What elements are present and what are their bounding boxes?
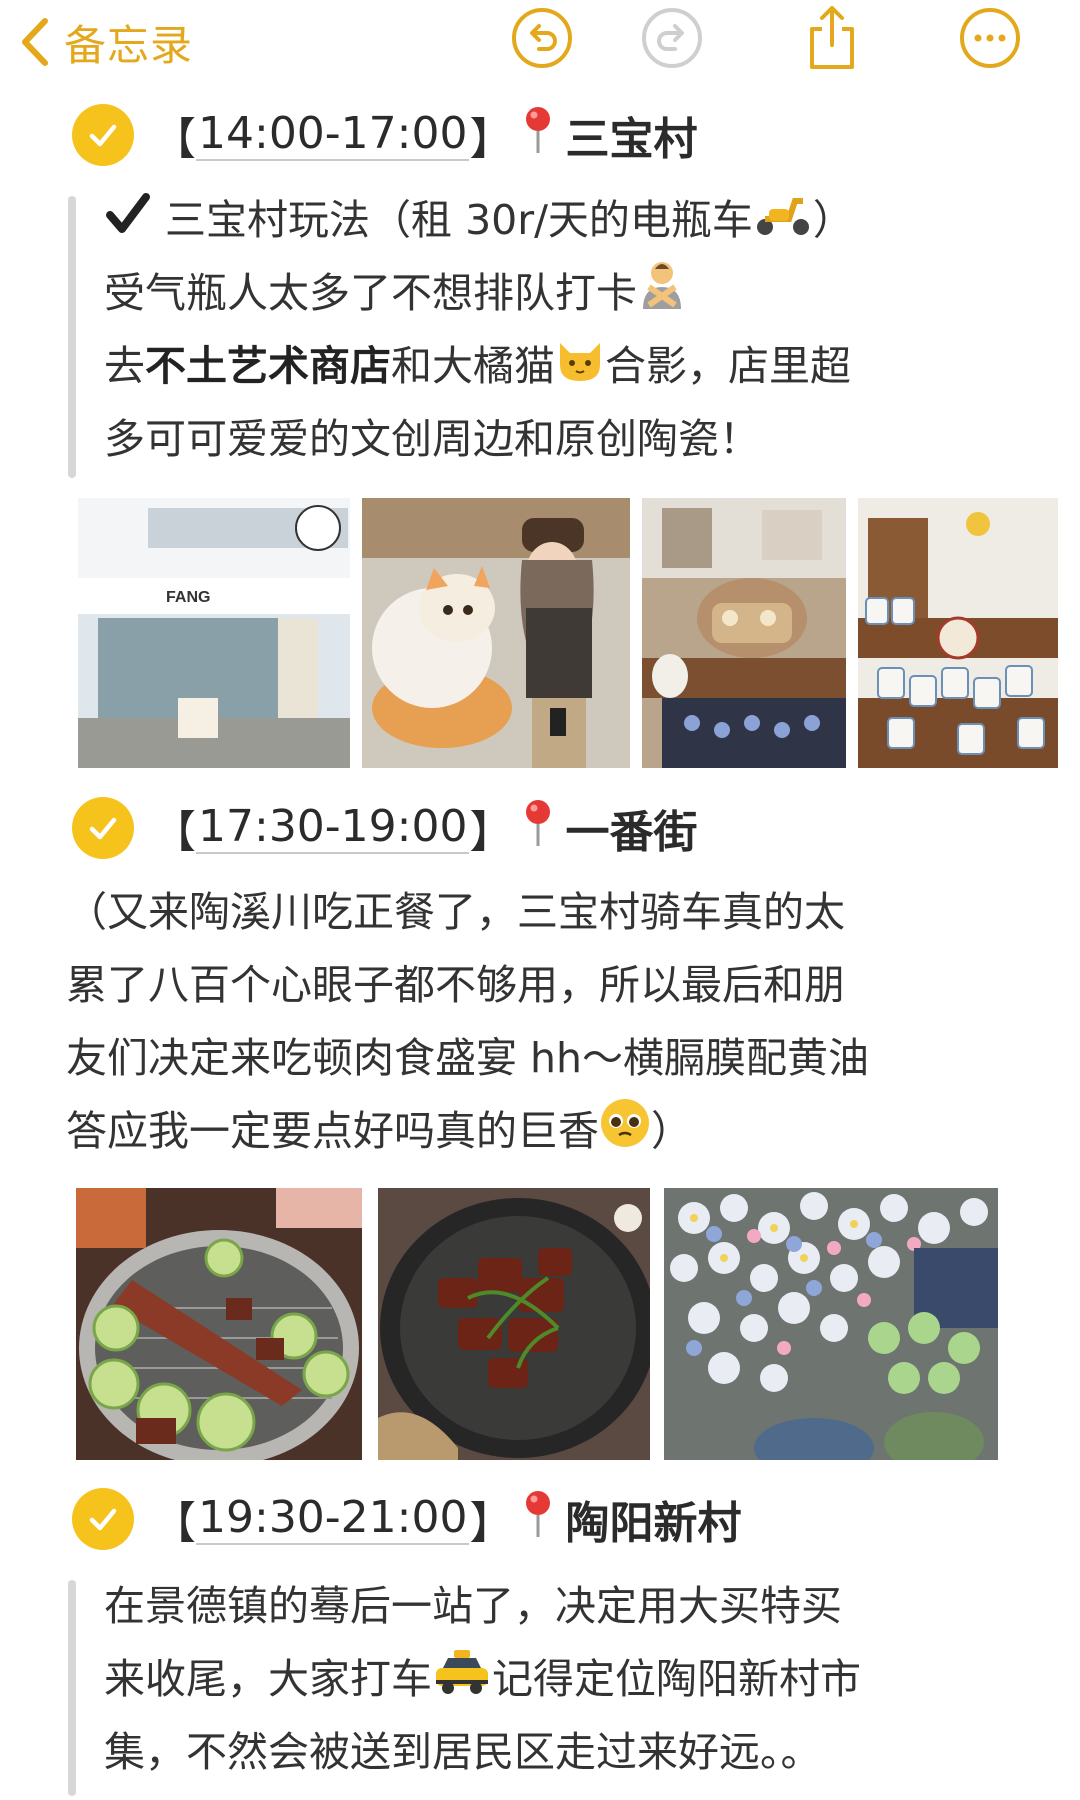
undo-icon — [512, 8, 572, 68]
person-gesturing-no-icon — [637, 259, 687, 334]
pleading-face-icon — [599, 1097, 651, 1172]
note-line: 来收尾，大家打车 记得定位陶阳新村市 — [104, 1643, 861, 1719]
cat-statue-image — [362, 498, 630, 768]
note-line: 在景德镇的蓦后一站了，决定用大买特买 — [104, 1582, 842, 1630]
note-line: 友们决定来吃顿肉食盛宴 hh～横膈膜配黄油 — [66, 1034, 870, 1082]
photo-ceramic-flowers[interactable] — [664, 1188, 998, 1460]
time-range: 19:30-21:00 — [196, 1492, 470, 1546]
checkmark-icon — [89, 1508, 117, 1531]
photo-store-front[interactable]: FANG — [78, 498, 350, 768]
pin-icon — [521, 1489, 555, 1550]
photo-ceramic-cups[interactable] — [858, 498, 1058, 768]
ceramic-cups-image — [858, 498, 1058, 768]
photo-bbq-grill[interactable] — [76, 1188, 362, 1460]
taxi-icon — [432, 1646, 492, 1719]
scooter-icon — [753, 187, 813, 260]
section-title: 【19:30-21:00】 陶阳新村 — [152, 1487, 741, 1551]
time-range: 17:30-19:00 — [196, 801, 470, 855]
quote-bar — [68, 196, 76, 478]
place-name: 三宝村 — [565, 114, 698, 165]
ceramic-flowers-image — [664, 1188, 998, 1460]
bbq-grill-image — [76, 1188, 362, 1460]
cat-face-icon — [555, 333, 605, 406]
steak-plate-image — [378, 1188, 650, 1460]
pin-icon — [521, 798, 555, 859]
svg-text:FANG: FANG — [166, 589, 210, 606]
heavy-check-icon — [104, 187, 152, 260]
ceramic-display-image — [642, 498, 846, 768]
top-nav-bar: 备忘录 — [0, 0, 1080, 86]
note-line: 三宝村玩法（租 30r/天的电瓶车） — [104, 184, 854, 260]
checklist-checkbox[interactable] — [72, 1488, 134, 1550]
note-line: （又来陶溪川吃正餐了，三宝村骑车真的太 — [66, 888, 845, 936]
photo-steak-plate[interactable] — [378, 1188, 650, 1460]
store-front-image: FANG — [78, 498, 350, 768]
checkmark-icon — [89, 124, 117, 147]
quote-bar — [68, 1580, 76, 1796]
back-label: 备忘录 — [64, 20, 194, 70]
section-header: 【14:00-17:00】 三宝村 — [72, 100, 697, 170]
checklist-checkbox[interactable] — [72, 797, 134, 859]
note-line: 去不土艺术商店和大橘猫 合影，店里超 — [104, 330, 851, 406]
section-header: 【17:30-19:00】 一番街 — [72, 793, 697, 863]
place-name: 一番街 — [565, 807, 698, 858]
more-button[interactable] — [958, 6, 1022, 70]
redo-button[interactable] — [640, 6, 704, 70]
chevron-left-icon — [22, 18, 48, 66]
more-icon — [960, 8, 1020, 68]
note-line: 答应我一定要点好吗真的巨香） — [66, 1095, 692, 1172]
checkmark-icon — [89, 817, 117, 840]
undo-button[interactable] — [510, 6, 574, 70]
photo-ceramic-display[interactable] — [642, 498, 846, 768]
section-title: 【17:30-19:00】 一番街 — [152, 796, 697, 860]
note-line: 受气瓶人太多了不想排队打卡 — [104, 257, 687, 334]
section-header: 【19:30-21:00】 陶阳新村 — [72, 1484, 741, 1554]
time-range: 14:00-17:00 — [196, 108, 470, 162]
place-name: 陶阳新村 — [565, 1498, 742, 1549]
pin-icon — [521, 105, 555, 166]
section-title: 【14:00-17:00】 三宝村 — [152, 103, 697, 167]
photo-cat-statue[interactable] — [362, 498, 630, 768]
redo-icon — [642, 8, 702, 68]
share-icon — [810, 6, 854, 69]
note-line: 累了八百个心眼子都不够用，所以最后和朋 — [66, 961, 845, 1009]
note-line: 集，不然会被送到居民区走过来好远。。 — [104, 1728, 822, 1776]
back-button[interactable]: 备忘录 — [20, 10, 193, 74]
checklist-checkbox[interactable] — [72, 104, 134, 166]
note-line: 多可可爱爱的文创周边和原创陶瓷！ — [104, 415, 760, 463]
share-button[interactable] — [800, 6, 864, 70]
